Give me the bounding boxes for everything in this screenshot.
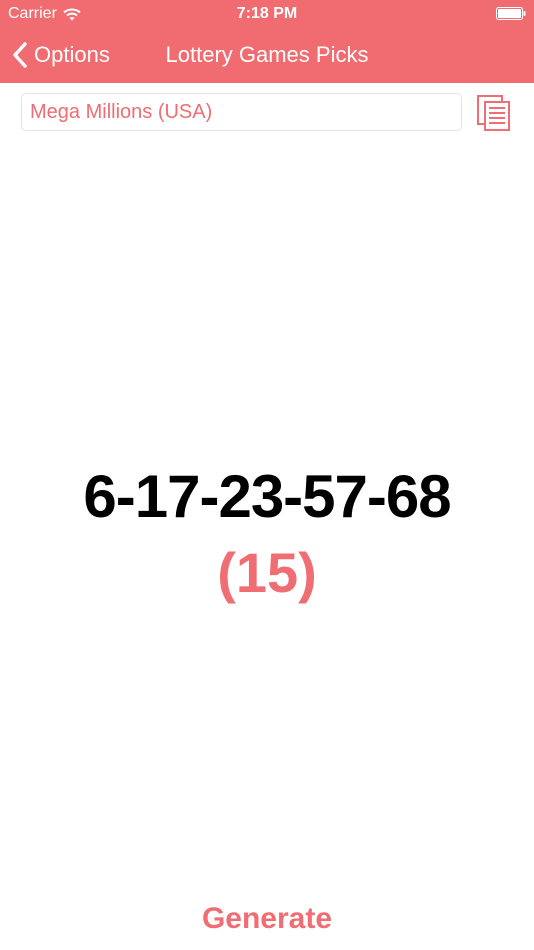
lottery-numbers: 6-17-23-57-68 (83, 463, 451, 530)
game-picker[interactable]: Mega Millions (USA) (21, 93, 462, 131)
battery-icon (496, 7, 526, 20)
header: Carrier 7:18 PM Options Lottery Games Pi… (0, 0, 534, 83)
generate-button[interactable]: Generate (0, 902, 534, 936)
page-title-text: Lottery Games Picks (165, 42, 369, 67)
nav-bar: Options Lottery Games Picks (0, 28, 534, 83)
status-bar: Carrier 7:18 PM (0, 0, 534, 28)
lottery-screen: Carrier 7:18 PM Options Lottery Games Pi… (0, 0, 534, 950)
generate-label: Generate (201, 902, 333, 935)
game-picker-value: Mega Millions (USA) (30, 100, 213, 123)
bonus-number: (15) (217, 541, 317, 604)
page-title: Lottery Games Picks (0, 42, 534, 68)
status-time: 7:18 PM (236, 5, 298, 22)
document-list-icon[interactable] (476, 94, 512, 132)
